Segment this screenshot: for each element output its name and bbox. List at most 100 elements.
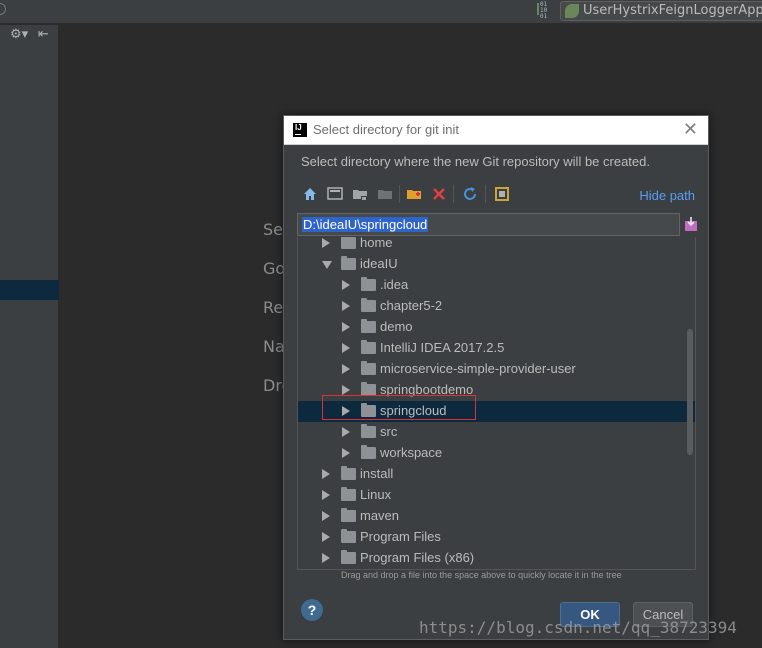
tree-node-label: .idea bbox=[380, 277, 409, 292]
tree-node[interactable]: install bbox=[298, 464, 695, 485]
intellij-logo-text: IJ bbox=[295, 123, 302, 132]
divider: | bbox=[0, 27, 1, 42]
collapse-icon[interactable]: ⇤ bbox=[38, 27, 49, 42]
folder-icon bbox=[361, 445, 376, 459]
folder-icon bbox=[341, 256, 356, 270]
tree-node-label: springbootdemo bbox=[380, 382, 474, 397]
tree-node[interactable]: chapter5-2 bbox=[298, 296, 695, 317]
tree-node[interactable]: springcloud bbox=[298, 401, 695, 422]
dialog-titlebar[interactable]: IJ Select directory for git init ✕ bbox=[284, 116, 708, 145]
refresh-icon[interactable] bbox=[462, 186, 478, 202]
dialog-title: Select directory for git init bbox=[313, 122, 459, 137]
tree-node[interactable]: .idea bbox=[298, 275, 695, 296]
module-icon[interactable] bbox=[377, 186, 393, 202]
tree-node[interactable]: ideaIU bbox=[298, 254, 695, 275]
collapsed-arrow-icon[interactable] bbox=[342, 301, 350, 311]
folder-icon bbox=[361, 403, 376, 417]
collapsed-arrow-icon[interactable] bbox=[322, 532, 330, 542]
tree-node-label: install bbox=[360, 466, 394, 481]
tree-node[interactable]: src bbox=[298, 422, 695, 443]
collapsed-arrow-icon[interactable] bbox=[342, 448, 350, 458]
collapsed-arrow-icon[interactable] bbox=[322, 238, 330, 248]
collapsed-arrow-icon[interactable] bbox=[342, 385, 350, 395]
delete-icon[interactable] bbox=[431, 186, 447, 202]
tree-node[interactable]: workspace bbox=[298, 443, 695, 464]
tree-node-label: demo bbox=[380, 319, 413, 334]
collapsed-arrow-icon[interactable] bbox=[322, 553, 330, 563]
folder-icon bbox=[341, 466, 356, 480]
collapsed-arrow-icon[interactable] bbox=[342, 343, 350, 353]
hint-recent-files: Recent Files bbox=[263, 298, 285, 317]
close-icon[interactable]: ✕ bbox=[683, 119, 698, 140]
tree-node[interactable]: Program Files (x86) bbox=[298, 548, 695, 569]
hint-navigation-bar: Navigation Bar bbox=[263, 337, 285, 356]
folder-icon bbox=[361, 319, 376, 333]
ide-top-toolbar: 01 10 01 UserHystrixFeignLoggerApplica bbox=[0, 0, 762, 24]
path-input-value: D:\ideaIU\springcloud bbox=[302, 217, 429, 232]
collapsed-arrow-icon[interactable] bbox=[322, 469, 330, 479]
dialog-description: Select directory where the new Git repos… bbox=[301, 154, 650, 169]
hint-go-to-file: Go to File bbox=[263, 259, 285, 278]
folder-icon bbox=[361, 277, 376, 291]
project-icon[interactable] bbox=[352, 186, 368, 202]
select-directory-dialog: IJ Select directory for git init ✕ Selec… bbox=[283, 115, 709, 640]
new-folder-icon[interactable] bbox=[406, 186, 422, 202]
tree-node-label: microservice-simple-provider-user bbox=[380, 361, 576, 376]
collapsed-arrow-icon[interactable] bbox=[342, 280, 350, 290]
tree-node[interactable]: IntelliJ IDEA 2017.2.5 bbox=[298, 338, 695, 359]
path-input[interactable]: D:\ideaIU\springcloud bbox=[297, 213, 680, 236]
tree-node[interactable]: microservice-simple-provider-user bbox=[298, 359, 695, 380]
directory-tree[interactable]: Program Files (x86) Program Files maven Lin… bbox=[297, 237, 696, 570]
home-icon[interactable] bbox=[302, 186, 318, 202]
collapsed-arrow-icon[interactable] bbox=[342, 427, 350, 437]
binary-icon-text: 01 10 01 bbox=[540, 1, 548, 20]
folder-icon bbox=[341, 508, 356, 522]
project-tree-selected-row[interactable] bbox=[0, 280, 59, 300]
tree-node-label: src bbox=[380, 424, 398, 439]
folder-icon bbox=[341, 529, 356, 543]
spring-boot-icon bbox=[565, 4, 579, 18]
path-field-row: D:\ideaIU\springcloud bbox=[297, 213, 698, 237]
path-history-icon[interactable] bbox=[684, 216, 698, 232]
tree-scrollbar[interactable] bbox=[687, 329, 693, 455]
tree-node[interactable]: maven bbox=[298, 506, 695, 527]
collapsed-arrow-icon[interactable] bbox=[342, 322, 350, 332]
folder-icon bbox=[361, 298, 376, 312]
hint-search-everywhere: Search Everywhere bbox=[263, 220, 285, 239]
desktop-icon[interactable] bbox=[327, 186, 343, 202]
tree-node-label: Program Files bbox=[360, 529, 441, 544]
tree-node[interactable]: demo bbox=[298, 317, 695, 338]
hint-drop-files: Drop files here to open bbox=[263, 376, 285, 395]
tree-node-label: Program Files (x86) bbox=[360, 550, 475, 565]
tree-node-label: maven bbox=[360, 508, 400, 523]
project-tool-window bbox=[0, 25, 59, 648]
folder-icon bbox=[341, 487, 356, 501]
collapsed-arrow-icon[interactable] bbox=[322, 511, 330, 521]
tree-node[interactable]: springbootdemo bbox=[298, 380, 695, 401]
folder-icon bbox=[341, 237, 356, 249]
tree-node-label: home bbox=[360, 237, 393, 250]
intellij-logo-icon: IJ bbox=[293, 123, 307, 137]
show-hidden-icon[interactable] bbox=[494, 186, 510, 202]
collapsed-arrow-icon[interactable] bbox=[342, 406, 350, 416]
expanded-arrow-icon[interactable] bbox=[322, 261, 332, 269]
help-button[interactable]: ? bbox=[301, 599, 323, 621]
tree-node-label: chapter5-2 bbox=[380, 298, 443, 313]
watermark-url: https://blog.csdn.net/qq_38723394 bbox=[419, 618, 737, 637]
folder-icon bbox=[361, 424, 376, 438]
tree-node[interactable]: home bbox=[298, 237, 695, 254]
folder-icon bbox=[361, 361, 376, 375]
hide-path-link[interactable]: Hide path bbox=[639, 188, 695, 203]
tree-node[interactable]: Linux bbox=[298, 485, 695, 506]
run-configuration-selector[interactable]: UserHystrixFeignLoggerApplica bbox=[560, 1, 762, 21]
collapsed-arrow-icon[interactable] bbox=[322, 490, 330, 500]
folder-icon bbox=[361, 382, 376, 396]
settings-icon[interactable]: ⚙▾ bbox=[10, 27, 28, 42]
tree-node-label: ideaIU bbox=[360, 256, 398, 271]
tree-node-label: workspace bbox=[380, 445, 443, 460]
tree-node-label: IntelliJ IDEA 2017.2.5 bbox=[380, 340, 505, 355]
binary-icon[interactable]: 01 10 01 bbox=[537, 1, 552, 20]
tree-node[interactable]: Program Files bbox=[298, 527, 695, 548]
run-configuration-label: UserHystrixFeignLoggerApplica bbox=[583, 3, 762, 18]
collapsed-arrow-icon[interactable] bbox=[342, 364, 350, 374]
